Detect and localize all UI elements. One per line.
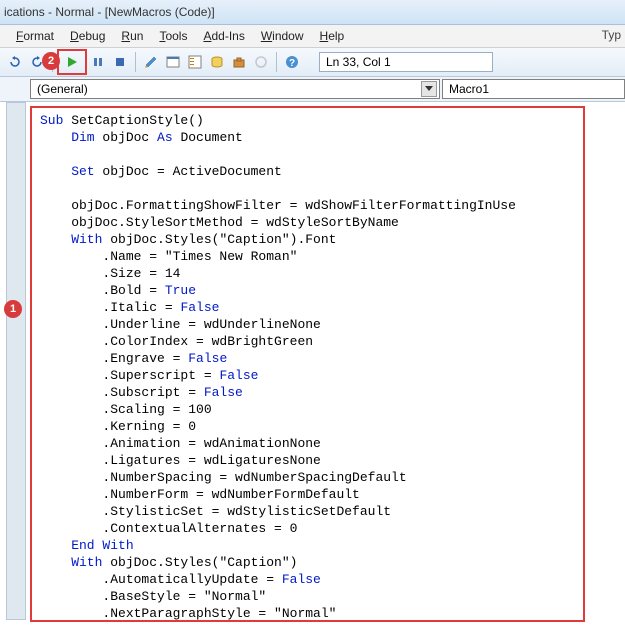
- menu-help[interactable]: Help: [312, 27, 353, 45]
- help-icon[interactable]: ?: [283, 53, 301, 71]
- code-editor[interactable]: Sub SetCaptionStyle() Dim objDoc As Docu…: [32, 108, 583, 620]
- object-dropdown-value: (General): [37, 82, 88, 96]
- menu-run[interactable]: Run: [113, 27, 151, 45]
- cursor-position: Ln 33, Col 1: [319, 52, 493, 72]
- procedure-dropdown-value: Macro1: [449, 82, 489, 96]
- title-bar: ications - Normal - [NewMacros (Code)]: [0, 0, 625, 25]
- run-button-highlight: [57, 49, 87, 75]
- stop-icon[interactable]: [111, 53, 129, 71]
- object-browser-icon[interactable]: [208, 53, 226, 71]
- margin-indicator-bar: [6, 102, 26, 620]
- menu-bar: Format Debug Run Tools Add-Ins Window He…: [0, 25, 625, 48]
- menu-format[interactable]: Format: [8, 27, 62, 45]
- window-title: ications - Normal - [NewMacros (Code)]: [4, 5, 215, 19]
- run-icon[interactable]: [63, 53, 81, 71]
- tool-misc-icon[interactable]: [252, 53, 270, 71]
- annotation-2: 2: [42, 52, 60, 70]
- menu-debug[interactable]: Debug: [62, 27, 113, 45]
- project-explorer-icon[interactable]: [164, 53, 182, 71]
- right-label: Typ: [602, 28, 621, 42]
- undo-icon[interactable]: [6, 53, 24, 71]
- toolbar: 2 ?: [0, 48, 625, 77]
- pause-icon[interactable]: [89, 53, 107, 71]
- svg-text:?: ?: [289, 58, 295, 69]
- annotation-1: 1: [4, 300, 22, 318]
- cursor-position-text: Ln 33, Col 1: [326, 55, 391, 69]
- procedure-dropdown[interactable]: Macro1: [442, 79, 625, 99]
- chevron-down-icon[interactable]: [421, 81, 437, 97]
- menu-tools[interactable]: Tools: [151, 27, 195, 45]
- design-mode-icon[interactable]: [142, 53, 160, 71]
- menu-addins[interactable]: Add-Ins: [195, 27, 252, 45]
- menu-window[interactable]: Window: [253, 27, 312, 45]
- toolbox-icon[interactable]: [230, 53, 248, 71]
- properties-icon[interactable]: [186, 53, 204, 71]
- object-dropdown[interactable]: (General): [30, 79, 440, 99]
